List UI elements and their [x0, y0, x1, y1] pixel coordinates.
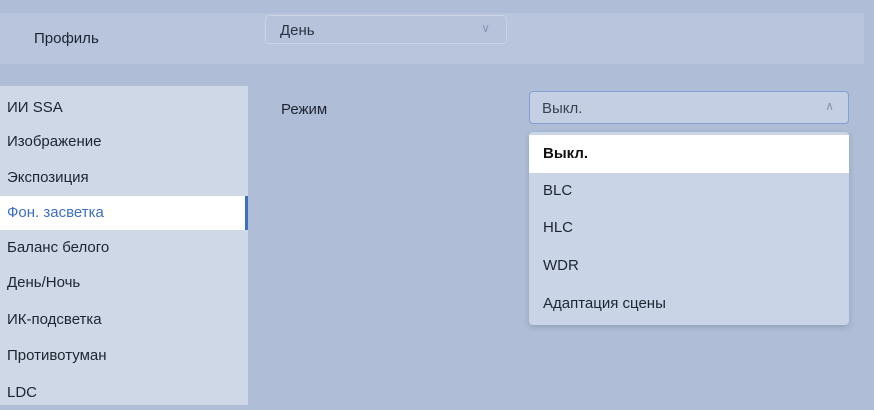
sidebar-item-label: LDC [7, 384, 38, 401]
sidebar-item-ai-ssa[interactable]: ИИ SSA [0, 91, 248, 125]
sidebar-item-label: Баланс белого [7, 239, 110, 256]
option-hlc[interactable]: HLC [529, 209, 849, 247]
option-scene-adaptation[interactable]: Адаптация сцены [529, 285, 849, 323]
option-off[interactable]: Выкл. [529, 135, 849, 173]
profile-select-value: День [280, 22, 315, 39]
sidebar-item-white-balance[interactable]: Баланс белого [0, 231, 248, 265]
profile-label: Профиль [34, 30, 99, 47]
mode-select-value: Выкл. [542, 100, 583, 117]
sidebar-item-ir-light[interactable]: ИК-подсветка [0, 303, 248, 337]
profile-select[interactable]: День ∨ [265, 15, 507, 44]
sidebar-item-backlight[interactable]: Фон. засветка [0, 196, 248, 230]
sidebar: ИИ SSA Изображение Экспозиция Фон. засве… [0, 86, 248, 405]
mode-select[interactable]: Выкл. ∧ [529, 91, 849, 124]
sidebar-item-exposure[interactable]: Экспозиция [0, 161, 248, 195]
mode-dropdown-menu: Выкл. BLC HLC WDR Адаптация сцены [529, 132, 849, 325]
profile-bar: Профиль День ∨ [0, 13, 864, 64]
option-label: WDR [543, 257, 579, 274]
sidebar-item-defog[interactable]: Противотуман [0, 339, 248, 373]
sidebar-item-label: Экспозиция [7, 169, 89, 186]
option-blc[interactable]: BLC [529, 172, 849, 210]
mode-label: Режим [281, 101, 328, 118]
sidebar-item-label: Фон. засветка [7, 204, 104, 221]
chevron-down-icon: ∨ [481, 21, 490, 35]
option-label: HLC [543, 219, 574, 236]
option-wdr[interactable]: WDR [529, 247, 849, 285]
option-label: BLC [543, 182, 573, 199]
option-label: Выкл. [543, 145, 589, 162]
sidebar-item-label: Изображение [7, 133, 102, 150]
sidebar-item-label: ИК-подсветка [7, 311, 102, 328]
option-label: Адаптация сцены [543, 295, 666, 312]
sidebar-item-image[interactable]: Изображение [0, 125, 248, 159]
sidebar-item-day-night[interactable]: День/Ночь [0, 266, 248, 300]
sidebar-item-label: Противотуман [7, 347, 107, 364]
chevron-up-icon: ∧ [825, 99, 834, 113]
sidebar-item-label: ИИ SSA [7, 99, 63, 116]
sidebar-item-label: День/Ночь [7, 274, 81, 291]
